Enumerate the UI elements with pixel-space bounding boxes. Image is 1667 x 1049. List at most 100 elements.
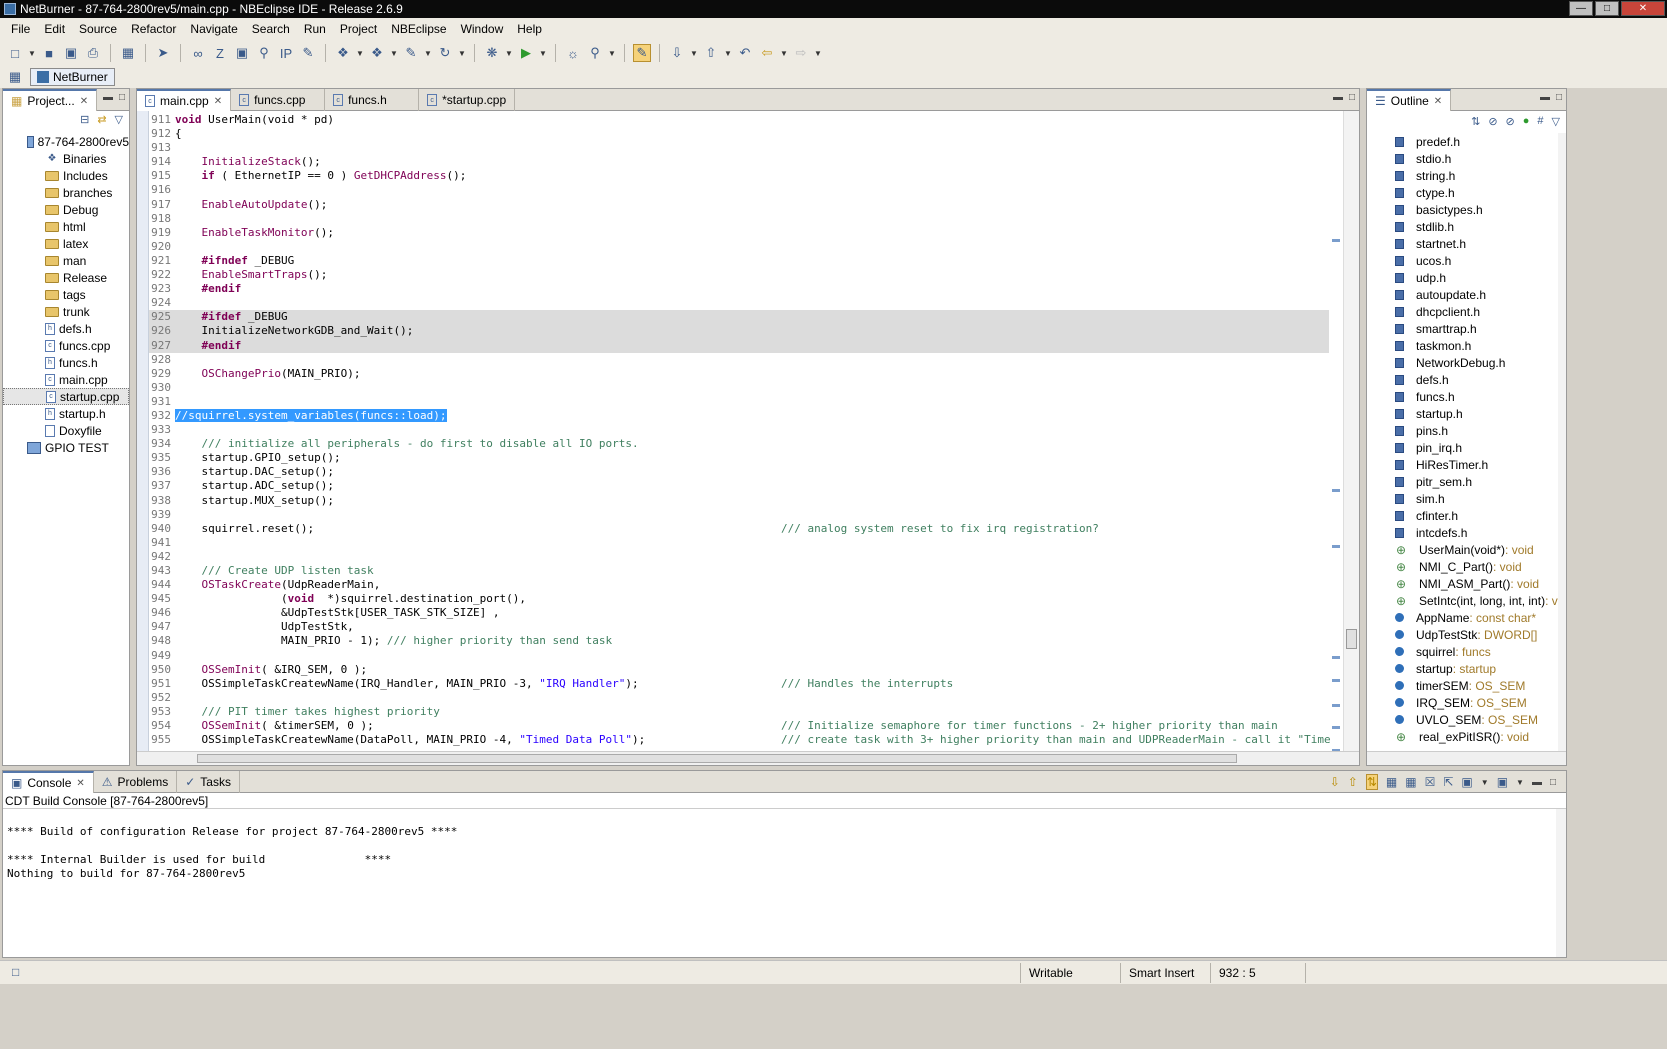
annotation-marker[interactable] xyxy=(1332,704,1340,707)
outline-item[interactable]: defs.h xyxy=(1367,371,1558,388)
open-perspective-icon[interactable]: ▦ xyxy=(6,68,24,86)
remove-console-icon[interactable]: ☒ xyxy=(1425,775,1436,789)
console-tab[interactable]: ▣ Console ✕ xyxy=(3,771,94,793)
tab-project-explorer[interactable]: ▦ Project... ✕ xyxy=(3,89,98,111)
back-dropdown-icon[interactable]: ▼ xyxy=(780,44,788,62)
scroll-up-icon[interactable]: ⇧ xyxy=(1348,775,1358,789)
outline-item[interactable]: cfinter.h xyxy=(1367,507,1558,524)
debug-dropdown-icon[interactable]: ▼ xyxy=(505,44,513,62)
code-line[interactable]: 953 /// PIT timer takes highest priority xyxy=(149,705,1329,719)
code-line[interactable]: 921 #ifndef _DEBUG xyxy=(149,254,1329,268)
hide-nonpublic-icon[interactable]: ● xyxy=(1523,115,1530,127)
tree-item[interactable]: man xyxy=(3,252,129,269)
outline-item[interactable]: basictypes.h xyxy=(1367,201,1558,218)
maximize-icon[interactable]: □ xyxy=(1595,1,1619,16)
forward-dropdown-icon[interactable]: ▼ xyxy=(814,44,822,62)
code-line[interactable]: 912 { xyxy=(149,127,1329,141)
code-line[interactable]: 913 xyxy=(149,141,1329,155)
code-line[interactable]: 918 xyxy=(149,212,1329,226)
save-icon[interactable]: ■ xyxy=(40,44,58,62)
code-line[interactable]: 933 xyxy=(149,423,1329,437)
scroll-thumb[interactable] xyxy=(197,754,1237,763)
maximize-view-icon[interactable]: □ xyxy=(1556,92,1562,103)
menu-file[interactable]: File xyxy=(4,22,37,36)
new-folder-icon[interactable]: ❖ xyxy=(368,44,386,62)
print-icon[interactable]: ⎙ xyxy=(84,44,102,62)
editor-vertical-scrollbar[interactable] xyxy=(1343,111,1359,751)
code-line[interactable]: 917 EnableAutoUpdate(); xyxy=(149,198,1329,212)
code-line[interactable]: 931 xyxy=(149,395,1329,409)
view-menu-icon[interactable]: ▽ xyxy=(1552,115,1560,128)
outline-item[interactable]: ⊕ real_exPitISR() : void xyxy=(1367,728,1558,745)
outline-item[interactable]: string.h xyxy=(1367,167,1558,184)
config-icon[interactable]: ✎ xyxy=(299,44,317,62)
code-line[interactable]: 937 startup.ADC_setup(); xyxy=(149,479,1329,493)
tree-item[interactable]: GPIO TEST xyxy=(3,439,129,456)
close-tab-icon[interactable]: ✕ xyxy=(76,778,84,789)
outline-item[interactable]: squirrel : funcs xyxy=(1367,643,1558,660)
outline-item[interactable]: ucos.h xyxy=(1367,252,1558,269)
outline-item[interactable]: startup : startup xyxy=(1367,660,1558,677)
outline-item[interactable]: funcs.h xyxy=(1367,388,1558,405)
scroll-down-icon[interactable]: ⇩ xyxy=(1330,775,1340,789)
code-line[interactable]: 922 EnableSmartTraps(); xyxy=(149,268,1329,282)
code-line[interactable]: 948 MAIN_PRIO - 1); /// higher priority … xyxy=(149,634,1329,648)
annotation-marker[interactable] xyxy=(1332,656,1340,659)
console-scrollbar[interactable] xyxy=(1556,809,1566,957)
outline-item[interactable]: pitr_sem.h xyxy=(1367,473,1558,490)
outline-item[interactable]: taskmon.h xyxy=(1367,337,1558,354)
code-line[interactable]: 939 xyxy=(149,508,1329,522)
menu-edit[interactable]: Edit xyxy=(37,22,72,36)
link-with-editor-icon[interactable]: ⇄ xyxy=(97,113,106,126)
annotation-marker[interactable] xyxy=(1332,545,1340,548)
code-line[interactable]: 941 xyxy=(149,536,1329,550)
code-line[interactable]: 954 OSSemInit( &timerSEM, 0 );/// Initia… xyxy=(149,719,1329,733)
next-annotation-icon[interactable]: ⇩ xyxy=(668,44,686,62)
tree-item[interactable]: trunk xyxy=(3,303,129,320)
code-line[interactable]: 946 &UdpTestStk[USER_TASK_STK_SIZE] , xyxy=(149,606,1329,620)
outline-item[interactable]: ⊕ NMI_ASM_Part() : void xyxy=(1367,575,1558,592)
tree-item[interactable]: c funcs.cpp xyxy=(3,337,129,354)
close-tab-icon[interactable]: ✕ xyxy=(214,96,222,107)
view-menu-icon[interactable]: ▽ xyxy=(115,113,123,126)
editor-tab[interactable]: c funcs.h xyxy=(325,89,420,111)
code-line[interactable]: 938 startup.MUX_setup(); xyxy=(149,494,1329,508)
tree-item[interactable]: latex xyxy=(3,235,129,252)
menu-refactor[interactable]: Refactor xyxy=(124,22,183,36)
new-dropdown-icon[interactable]: ▼ xyxy=(28,44,36,62)
display-console-icon[interactable]: ▣ xyxy=(1461,775,1472,789)
editor-tab[interactable]: c main.cpp ✕ xyxy=(137,89,232,111)
code-line[interactable]: 936 startup.DAC_setup(); xyxy=(149,465,1329,479)
outline-item[interactable]: stdio.h xyxy=(1367,150,1558,167)
menu-nbeclipse[interactable]: NBEclipse xyxy=(384,22,453,36)
refresh-icon[interactable]: ↻ xyxy=(436,44,454,62)
outline-item[interactable]: ⊕ NMI_C_Part() : void xyxy=(1367,558,1558,575)
maximize-view-icon[interactable]: □ xyxy=(1550,777,1556,788)
forward-icon[interactable]: ⇨ xyxy=(792,44,810,62)
outline-horizontal-scrollbar[interactable] xyxy=(1367,751,1566,765)
search-icon[interactable]: ⚲ xyxy=(586,44,604,62)
minimize-editor-icon[interactable]: ▬ xyxy=(1333,92,1343,103)
minimize-icon[interactable]: — xyxy=(1569,1,1593,16)
code-line[interactable]: 935 startup.GPIO_setup(); xyxy=(149,451,1329,465)
image-icon[interactable]: ▣ xyxy=(233,44,251,62)
annotation-marker[interactable] xyxy=(1332,679,1340,682)
code-line[interactable]: 927 #endif xyxy=(149,338,1329,353)
maximize-editor-icon[interactable]: □ xyxy=(1349,92,1355,103)
tree-item[interactable]: branches xyxy=(3,184,129,201)
back-icon[interactable]: ⇦ xyxy=(758,44,776,62)
display-console-dropdown-icon[interactable]: ▼ xyxy=(1481,778,1489,787)
code-line[interactable]: 932 //squirrel.system_variables(funcs::lo… xyxy=(149,408,1329,423)
outline-scrollbar[interactable] xyxy=(1558,133,1566,751)
next-annotation-dropdown-icon[interactable]: ▼ xyxy=(690,44,698,62)
outline-item[interactable]: ctype.h xyxy=(1367,184,1558,201)
scroll-thumb[interactable] xyxy=(1346,629,1357,649)
mark-occurrences-icon[interactable]: ✎ xyxy=(633,44,651,62)
code-line[interactable]: 919 EnableTaskMonitor(); xyxy=(149,226,1329,240)
tree-item[interactable]: c main.cpp xyxy=(3,371,129,388)
new-folder-dropdown-icon[interactable]: ▼ xyxy=(390,44,398,62)
code-line[interactable]: 955 OSSimpleTaskCreatewName(DataPoll, MA… xyxy=(149,733,1331,747)
fast-view-icon[interactable]: □ xyxy=(12,965,19,979)
tree-item[interactable]: c startup.cpp xyxy=(3,388,129,405)
close-tab-icon[interactable]: ✕ xyxy=(80,96,88,107)
